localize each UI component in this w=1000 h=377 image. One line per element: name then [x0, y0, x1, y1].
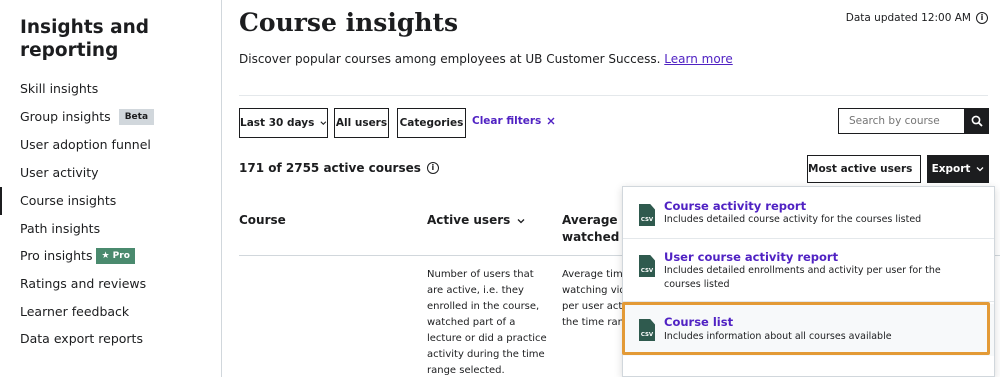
learn-more-link[interactable]: Learn more — [664, 52, 732, 66]
subtitle-text: Discover popular courses among employees… — [239, 52, 661, 66]
average-minutes-description: Average time watching vide per user acti… — [562, 269, 626, 328]
menu-item-description: Includes detailed enrollments and activi… — [664, 265, 941, 290]
sidebar-item-user-activity[interactable]: User activity — [20, 164, 99, 182]
search-icon — [971, 115, 983, 127]
page-subtitle: Discover popular courses among employees… — [239, 52, 733, 66]
sort-label: Most active users — [808, 163, 913, 175]
info-icon[interactable]: i — [426, 162, 439, 174]
sidebar-item-label: Pro insights — [20, 248, 93, 263]
menu-item-description: Includes information about all courses a… — [664, 331, 892, 342]
export-button[interactable]: Export — [927, 155, 989, 183]
beta-badge: Beta — [118, 109, 155, 125]
chevron-down-icon — [919, 168, 920, 170]
export-menu-item-course-activity-report[interactable]: CSV Course activity report Includes deta… — [623, 187, 994, 237]
data-updated: Data updated 12:00 AM i — [846, 12, 988, 24]
csv-file-icon: CSV — [639, 255, 655, 277]
users-filter[interactable]: All users — [334, 108, 389, 138]
csv-file-icon: CSV — [639, 204, 655, 226]
active-users-description: Number of users that are active, i.e. th… — [427, 269, 547, 376]
sort-dropdown[interactable]: Most active users — [807, 155, 921, 183]
sidebar-item-user-adoption-funnel[interactable]: User adoption funnel — [20, 136, 151, 154]
sidebar-item-label: Group insights — [20, 109, 111, 124]
sidebar-item-label: Learner feedback — [20, 304, 130, 319]
sidebar-item-label: Path insights — [20, 221, 101, 236]
sidebar-item-label: Data export reports — [20, 331, 143, 346]
column-header-label: Active users — [427, 213, 511, 227]
results-count-text: 171 of 2755 active courses — [239, 161, 421, 175]
star-icon: ★ — [101, 251, 113, 261]
column-header-course[interactable]: Course — [239, 212, 286, 229]
search-input[interactable] — [838, 108, 965, 134]
clear-filters-label: Clear filters — [472, 115, 542, 127]
categories-filter-label: Categories — [399, 117, 464, 129]
sidebar: Insights and reporting Skill insights Gr… — [0, 0, 222, 377]
menu-item-title: Course activity report — [664, 199, 807, 213]
export-menu: CSV Course activity report Includes deta… — [622, 186, 995, 377]
sidebar-item-learner-feedback[interactable]: Learner feedback — [20, 303, 129, 321]
sidebar-item-ratings-and-reviews[interactable]: Ratings and reviews — [20, 275, 146, 293]
chevron-down-icon — [320, 121, 327, 126]
menu-divider — [623, 301, 994, 302]
search-button[interactable] — [965, 108, 989, 134]
csv-file-icon: CSV — [639, 319, 655, 341]
menu-item-title: Course list — [664, 315, 734, 329]
sidebar-title: Insights and reporting — [20, 17, 150, 61]
info-icon[interactable]: i — [976, 12, 988, 24]
export-label: Export — [931, 163, 971, 175]
main-content: Course insights Data updated 12:00 AM i … — [222, 0, 1000, 377]
users-filter-label: All users — [335, 117, 388, 129]
date-range-label: Last 30 days — [240, 117, 315, 129]
sidebar-item-label: Skill insights — [20, 81, 99, 96]
chevron-down-icon — [517, 218, 525, 223]
sidebar-item-label: User activity — [20, 165, 99, 180]
column-header-active-users[interactable]: Active users — [427, 212, 525, 229]
date-range-filter[interactable]: Last 30 days — [239, 108, 328, 138]
sidebar-item-group-insights[interactable]: Group insights Beta — [20, 108, 155, 126]
sidebar-item-data-export-reports[interactable]: Data export reports — [20, 330, 143, 348]
sidebar-item-label: Ratings and reviews — [20, 276, 147, 291]
close-icon — [547, 117, 555, 125]
export-menu-item-user-course-activity-report[interactable]: CSV User course activity report Includes… — [623, 239, 994, 301]
pro-badge: ★ Pro — [96, 248, 135, 264]
sidebar-item-label: Course insights — [20, 193, 117, 208]
page-title: Course insights — [239, 8, 459, 37]
export-menu-item-course-list[interactable]: CSV Course list Includes information abo… — [623, 304, 994, 356]
menu-item-description: Includes detailed course activity for th… — [664, 214, 922, 225]
sidebar-item-pro-insights[interactable]: Pro insights ★ Pro — [20, 247, 135, 265]
chevron-down-icon — [976, 167, 984, 172]
data-updated-text: Data updated 12:00 AM — [845, 12, 971, 24]
categories-filter[interactable]: Categories — [397, 108, 466, 138]
sidebar-item-course-insights[interactable]: Course insights — [0, 187, 117, 215]
sidebar-item-label: User adoption funnel — [20, 137, 151, 152]
menu-item-title: User course activity report — [664, 250, 839, 264]
sidebar-item-path-insights[interactable]: Path insights — [20, 220, 100, 238]
clear-filters-button[interactable]: Clear filters — [472, 115, 555, 127]
results-count: 171 of 2755 active courses i — [239, 161, 439, 175]
sidebar-item-skill-insights[interactable]: Skill insights — [20, 80, 98, 98]
divider — [239, 95, 988, 96]
